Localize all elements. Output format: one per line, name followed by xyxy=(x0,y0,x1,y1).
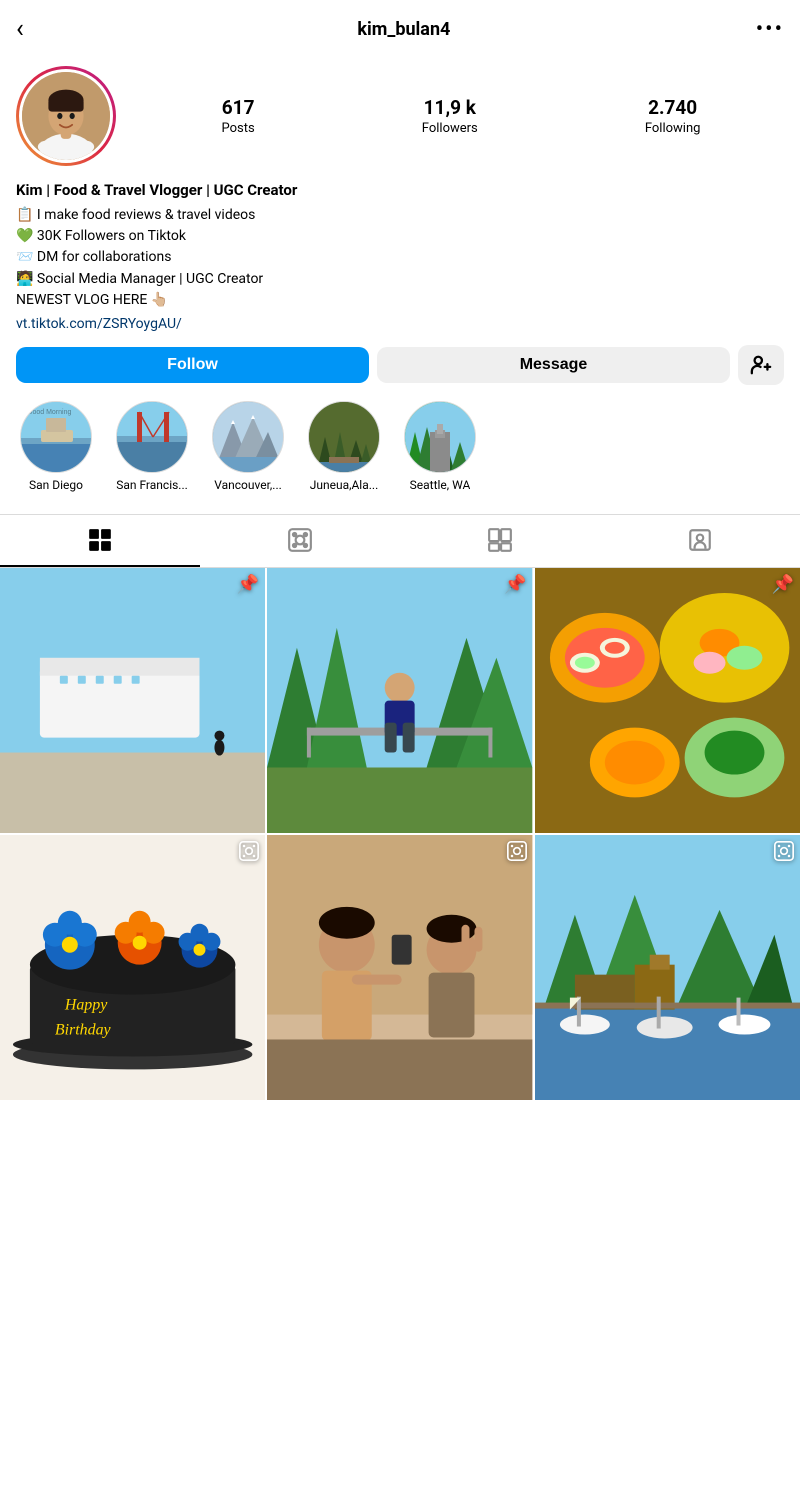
add-friend-button[interactable] xyxy=(738,345,784,385)
highlights-row: Good Morning San Diego San Fra xyxy=(16,401,784,506)
following-count: 2.740 xyxy=(648,96,697,119)
posts-count: 617 xyxy=(222,96,255,119)
post-cell-2[interactable]: 📌 xyxy=(267,568,532,833)
reel-indicator-6 xyxy=(774,841,794,861)
highlight-sandiego[interactable]: Good Morning San Diego xyxy=(16,401,96,492)
profile-section: 617 Posts 11,9 k Followers 2.740 Followi… xyxy=(0,54,800,514)
more-options-button[interactable]: ••• xyxy=(756,17,784,42)
pin-icon-1: 📌 xyxy=(237,574,259,595)
post-image-6 xyxy=(535,835,800,1100)
highlight-img-juneau xyxy=(309,402,380,473)
bio-link[interactable]: vt.tiktok.com/ZSRYoygAU/ xyxy=(16,316,182,332)
header: ‹ kim_bulan4 ••• xyxy=(0,0,800,54)
highlight-img-vancouver xyxy=(213,402,284,473)
posts-stat[interactable]: 617 Posts xyxy=(222,96,255,136)
avatar-image xyxy=(22,72,110,160)
post-cell-5[interactable] xyxy=(267,835,532,1100)
tagged-icon xyxy=(687,527,713,553)
reel-indicator-4 xyxy=(239,841,259,861)
post-image-5 xyxy=(267,835,532,1100)
pin-icon-3: 📌 xyxy=(772,574,794,595)
reel-icon-5 xyxy=(507,841,527,866)
highlight-label-juneau: Juneua,Ala... xyxy=(310,478,379,492)
bio-line-1: 📋 I make food reviews & travel videos xyxy=(16,205,784,225)
action-buttons: Follow Message xyxy=(16,345,784,385)
profile-username: kim_bulan4 xyxy=(357,19,450,40)
highlight-img-sandiego: Good Morning xyxy=(21,402,92,473)
highlight-circle-juneau xyxy=(308,401,380,473)
message-button[interactable]: Message xyxy=(377,347,730,383)
back-button[interactable]: ‹ xyxy=(16,14,52,44)
highlight-juneau[interactable]: Juneua,Ala... xyxy=(304,401,384,492)
tabs-row xyxy=(0,514,800,568)
bio-display-name: Kim | Food & Travel Vlogger | UGC Creato… xyxy=(16,180,784,202)
highlight-circle-sandiego: Good Morning xyxy=(20,401,92,473)
svg-text:Birthday: Birthday xyxy=(55,1021,112,1038)
pin-icon-2: 📌 xyxy=(504,574,526,595)
highlight-circle-seattle xyxy=(404,401,476,473)
following-stat[interactable]: 2.740 Following xyxy=(645,96,701,136)
reel-icon-6 xyxy=(774,841,794,866)
post-cell-4[interactable]: Happy Birthday xyxy=(0,835,265,1100)
profile-top: 617 Posts 11,9 k Followers 2.740 Followi… xyxy=(16,66,784,166)
post-image-4: Happy Birthday xyxy=(0,835,265,1100)
bio-line-3: 📨 DM for collaborations xyxy=(16,247,784,267)
bio-line-2: 💚 30K Followers on Tiktok xyxy=(16,226,784,246)
highlight-img-sanfran xyxy=(117,402,188,473)
posts-label: Posts xyxy=(222,121,255,136)
bio-section: Kim | Food & Travel Vlogger | UGC Creato… xyxy=(16,180,784,335)
post-image-2 xyxy=(267,568,532,833)
reel-icon-4 xyxy=(239,841,259,866)
post-cell-3[interactable]: 📌 xyxy=(535,568,800,833)
highlight-label-seattle: Seattle, WA xyxy=(410,478,471,492)
collab-icon xyxy=(487,527,513,553)
post-cell-6[interactable] xyxy=(535,835,800,1100)
followers-count: 11,9 k xyxy=(424,96,476,119)
post-image-3 xyxy=(535,568,800,833)
svg-text:Good Morning: Good Morning xyxy=(27,409,71,416)
highlight-circle-vancouver xyxy=(212,401,284,473)
avatar xyxy=(19,69,113,163)
highlight-circle-sanfran xyxy=(116,401,188,473)
avatar-ring[interactable] xyxy=(16,66,116,166)
add-person-icon xyxy=(750,354,772,376)
highlight-vancouver[interactable]: Vancouver,... xyxy=(208,401,288,492)
highlight-img-seattle xyxy=(405,402,476,473)
highlight-label-vancouver: Vancouver,... xyxy=(214,478,282,492)
highlight-label-sanfran: San Francis... xyxy=(116,478,188,492)
highlight-label-sandiego: San Diego xyxy=(29,478,83,492)
reel-indicator-5 xyxy=(507,841,527,861)
followers-stat[interactable]: 11,9 k Followers xyxy=(422,96,478,136)
bio-line-5: NEWEST VLOG HERE 👆🏼 xyxy=(16,290,784,310)
tab-collab[interactable] xyxy=(400,515,600,567)
tab-grid[interactable] xyxy=(0,515,200,567)
tab-reels[interactable] xyxy=(200,515,400,567)
tab-tagged[interactable] xyxy=(600,515,800,567)
post-cell-1[interactable]: 📌 xyxy=(0,568,265,833)
following-label: Following xyxy=(645,121,701,136)
reels-icon xyxy=(287,527,313,553)
followers-label: Followers xyxy=(422,121,478,136)
stats-row: 617 Posts 11,9 k Followers 2.740 Followi… xyxy=(138,96,784,136)
post-image-1 xyxy=(0,568,265,833)
svg-text:Happy: Happy xyxy=(64,996,108,1013)
highlight-sanfran[interactable]: San Francis... xyxy=(112,401,192,492)
bio-line-4: 🧑‍💻 Social Media Manager | UGC Creator xyxy=(16,269,784,289)
grid-icon xyxy=(87,527,113,553)
posts-grid: 📌 📌 xyxy=(0,568,800,1101)
highlight-seattle[interactable]: Seattle, WA xyxy=(400,401,480,492)
follow-button[interactable]: Follow xyxy=(16,347,369,383)
